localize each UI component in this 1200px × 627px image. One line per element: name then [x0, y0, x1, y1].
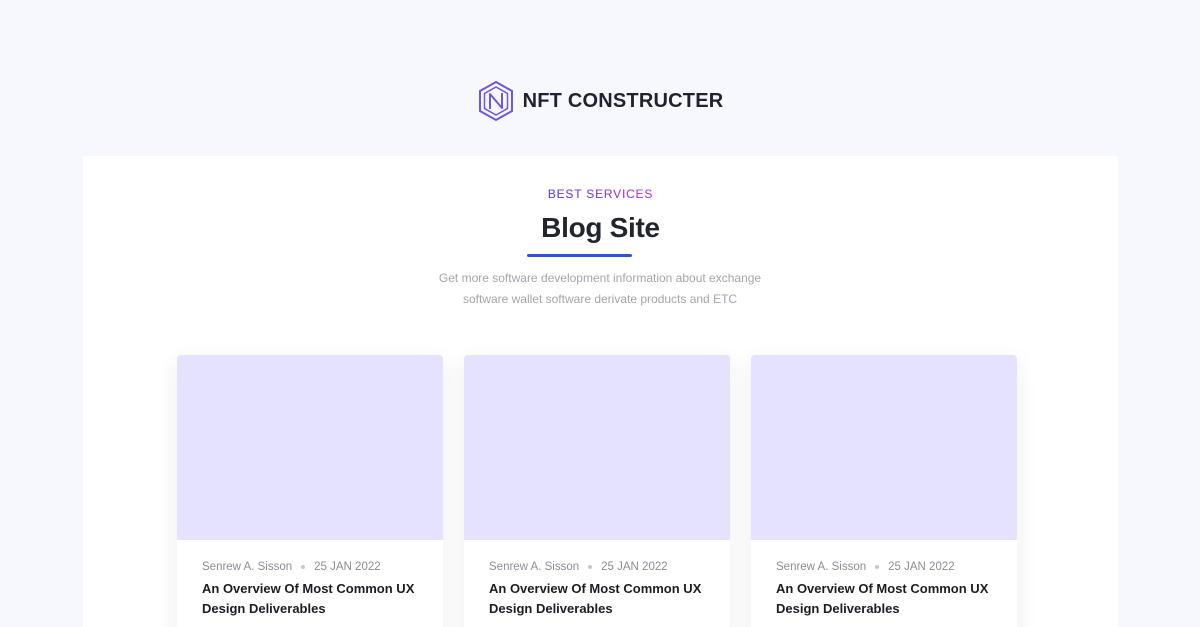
title-underline [527, 254, 632, 257]
meta-separator-dot [875, 565, 880, 569]
section-eyebrow: BEST SERVICES [83, 187, 1118, 201]
card-meta: Senrew A. Sisson 25 JAN 2022 [489, 561, 710, 573]
blog-section: BEST SERVICES Blog Site Get more softwar… [83, 156, 1118, 627]
card-title[interactable]: An Overview Of Most Common UX Design Del… [202, 579, 421, 619]
subtitle-line-1: Get more software development informatio… [438, 271, 762, 285]
blog-card[interactable]: Senrew A. Sisson 25 JAN 2022 An Overview… [177, 355, 443, 627]
subtitle-line-2: software wallet software derivate produc… [462, 292, 738, 306]
blog-card[interactable]: Senrew A. Sisson 25 JAN 2022 An Overview… [751, 355, 1017, 627]
card-author: Senrew A. Sisson [776, 561, 867, 573]
card-title[interactable]: An Overview Of Most Common UX Design Del… [776, 579, 995, 619]
card-date: 25 JAN 2022 [601, 561, 668, 573]
card-title[interactable]: An Overview Of Most Common UX Design Del… [489, 579, 708, 619]
card-image-placeholder[interactable] [177, 355, 443, 540]
meta-separator-dot [588, 565, 593, 569]
card-meta: Senrew A. Sisson 25 JAN 2022 [776, 561, 997, 573]
blog-card[interactable]: Senrew A. Sisson 25 JAN 2022 An Overview… [464, 355, 730, 627]
card-author: Senrew A. Sisson [489, 561, 580, 573]
card-date: 25 JAN 2022 [888, 561, 955, 573]
card-author: Senrew A. Sisson [202, 561, 293, 573]
brand-name: NFT CONSTRUCTER [522, 89, 724, 112]
brand-logo[interactable]: NFT CONSTRUCTER [0, 80, 1200, 122]
card-date: 25 JAN 2022 [314, 561, 381, 573]
meta-separator-dot [301, 565, 306, 569]
section-subtitle: Get more software development informatio… [400, 268, 800, 310]
card-image-placeholder[interactable] [464, 355, 730, 540]
page: NFT CONSTRUCTER BEST SERVICES Blog Site … [0, 0, 1200, 627]
section-title: Blog Site [541, 212, 660, 243]
card-image-placeholder[interactable] [751, 355, 1017, 540]
card-meta: Senrew A. Sisson 25 JAN 2022 [202, 561, 423, 573]
hexagon-n-logo-icon [478, 80, 513, 122]
